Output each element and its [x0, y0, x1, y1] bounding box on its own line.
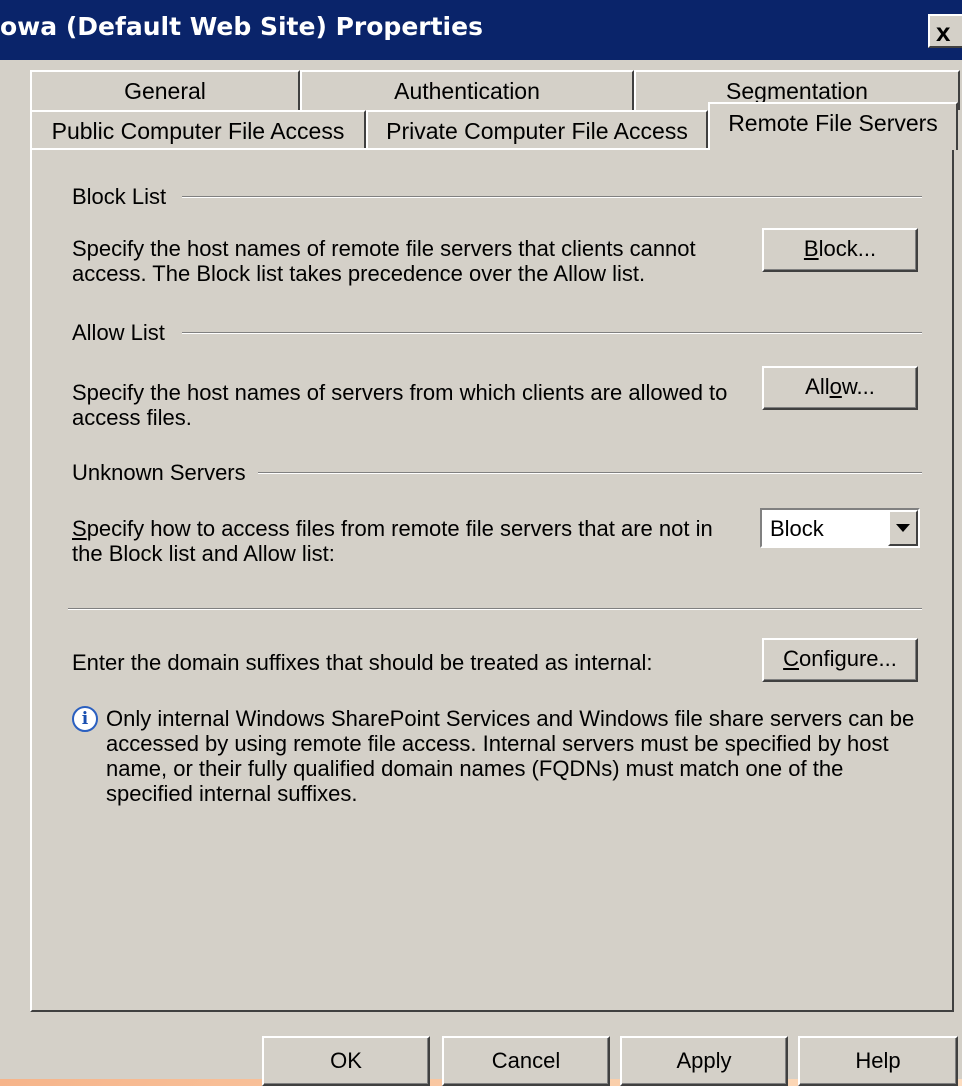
separator: [258, 472, 922, 474]
window-title: owa (Default Web Site) Properties: [0, 12, 483, 41]
block-list-heading: Block List: [72, 184, 175, 210]
button-label: w...: [841, 374, 875, 399]
block-list-description: Specify the host names of remote file se…: [72, 236, 696, 286]
button-label: lock...: [818, 236, 877, 261]
internal-suffix-prompt: Enter the domain suffixes that should be…: [72, 650, 653, 675]
close-button[interactable]: x: [928, 14, 962, 48]
separator: [68, 608, 922, 610]
title-bar[interactable]: owa (Default Web Site) Properties x: [0, 0, 962, 60]
unknown-servers-description: Specify how to access files from remote …: [72, 516, 732, 566]
tab-private-computer-file-access[interactable]: Private Computer File Access: [366, 110, 708, 150]
tab-label: Authentication: [394, 78, 540, 104]
tab-label: Remote File Servers: [728, 110, 938, 136]
button-label: onfigure...: [799, 646, 897, 671]
tab-authentication[interactable]: Authentication: [300, 70, 634, 110]
unknown-servers-select[interactable]: Block: [760, 508, 920, 548]
block-button[interactable]: Block...: [762, 228, 918, 272]
selected-value: Block: [770, 516, 824, 541]
allow-list-description: Specify the host names of servers from w…: [72, 380, 728, 430]
tab-label: Public Computer File Access: [51, 118, 345, 144]
tab-panel-remote-file-servers: Block List Specify the host names of rem…: [30, 148, 954, 1012]
separator: [182, 332, 922, 334]
mnemonic: C: [783, 646, 800, 671]
unknown-servers-heading: Unknown Servers: [72, 460, 254, 486]
properties-dialog: owa (Default Web Site) Properties x Gene…: [0, 0, 962, 1086]
allow-list-heading: Allow List: [72, 320, 173, 346]
separator: [182, 196, 922, 198]
allow-button[interactable]: Allow...: [762, 366, 918, 410]
button-label: All: [805, 374, 830, 399]
tab-label: Private Computer File Access: [386, 118, 688, 144]
mnemonic: S: [72, 516, 87, 541]
mnemonic: B: [803, 236, 819, 261]
description-text: pecify how to access files from remote f…: [72, 516, 713, 566]
mnemonic: o: [829, 374, 842, 399]
tab-public-computer-file-access[interactable]: Public Computer File Access: [30, 110, 366, 150]
tab-label: Segmentation: [726, 78, 868, 104]
configure-button[interactable]: Configure...: [762, 638, 918, 682]
info-icon: i: [72, 706, 98, 732]
info-text: Only internal Windows SharePoint Service…: [106, 706, 915, 806]
tab-remote-file-servers[interactable]: Remote File Servers: [708, 102, 958, 150]
chevron-down-icon[interactable]: [888, 510, 918, 546]
tab-general[interactable]: General: [30, 70, 300, 110]
tab-label: General: [124, 78, 206, 104]
